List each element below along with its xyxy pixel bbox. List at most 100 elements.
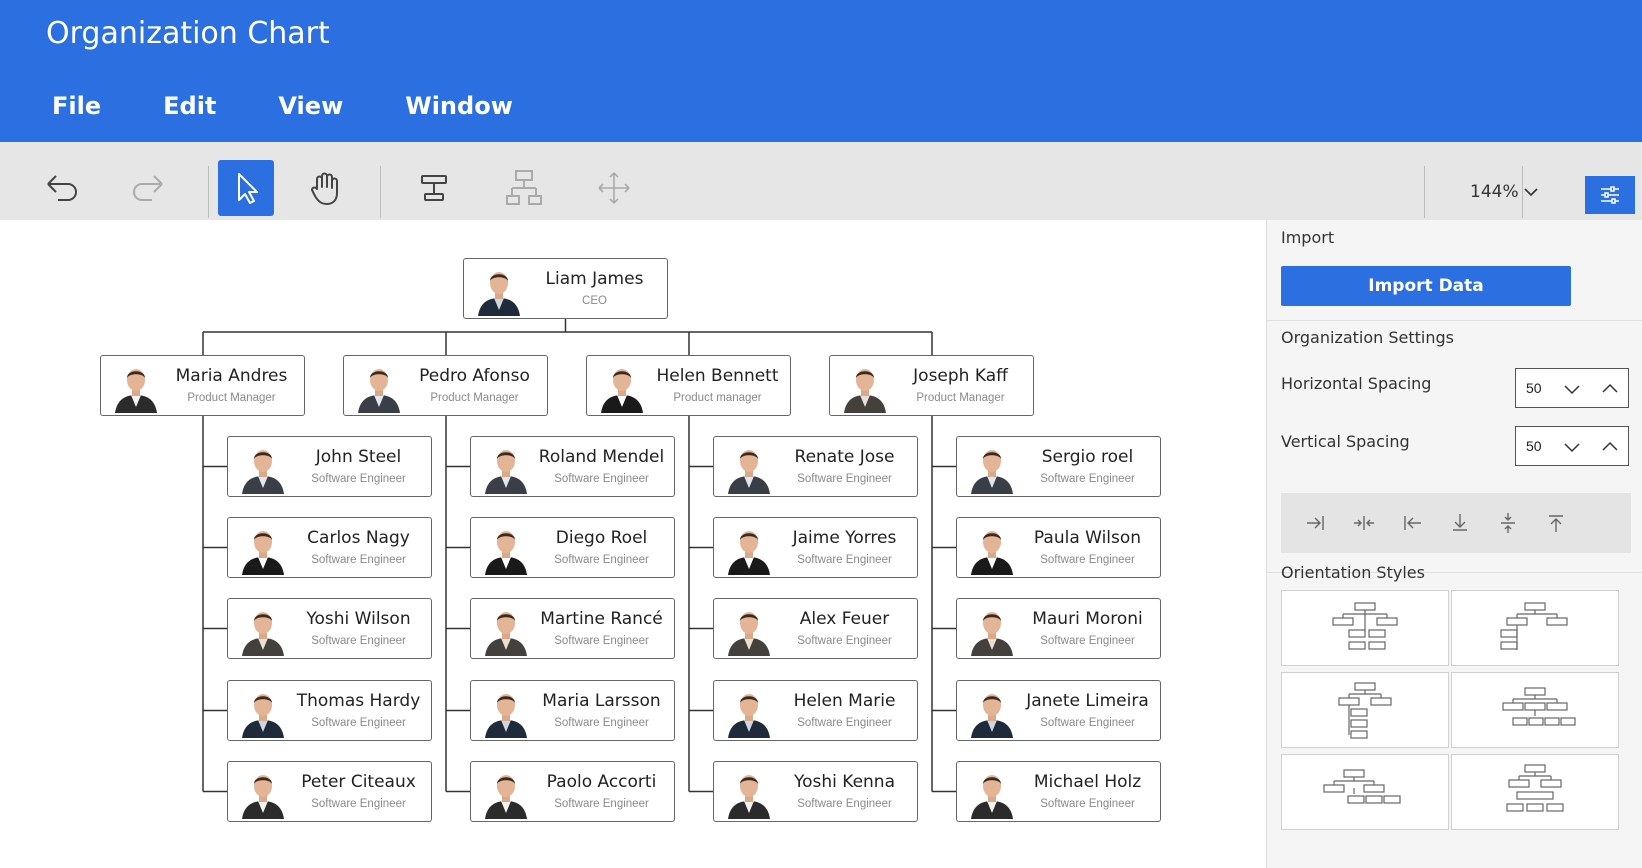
menu-file[interactable]: File xyxy=(52,92,101,120)
employee-name: Michael Holz xyxy=(1033,772,1142,792)
employee-name: Peter Citeaux xyxy=(301,772,416,792)
employee-role: Software Engineer xyxy=(797,717,892,729)
redo-button[interactable] xyxy=(120,160,176,216)
org-layout-icon xyxy=(1500,602,1568,650)
pan-tool-button[interactable] xyxy=(298,160,354,216)
employee-name: Helen Bennett xyxy=(656,366,779,386)
avatar xyxy=(728,531,770,575)
menu-window[interactable]: Window xyxy=(405,92,513,120)
chevron-down-icon[interactable] xyxy=(1560,435,1584,459)
align-top-icon xyxy=(1549,515,1563,532)
org-node-employee[interactable]: Diego Roel Software Engineer xyxy=(470,517,675,578)
employee-name: Janete Limeira xyxy=(1026,691,1149,711)
org-node-employee[interactable]: Yoshi Kenna Software Engineer xyxy=(713,761,918,822)
avatar xyxy=(485,694,527,738)
org-node-employee[interactable]: Peter Citeaux Software Engineer xyxy=(227,761,432,822)
move-button[interactable] xyxy=(586,160,642,216)
add-child-icon xyxy=(421,175,447,201)
orientation-style-2[interactable] xyxy=(1451,590,1619,666)
org-node-manager[interactable]: Helen Bennett Product manager xyxy=(586,355,791,416)
vertical-spacing-label: Vertical Spacing xyxy=(1281,432,1410,451)
align-bottom-button[interactable] xyxy=(1445,509,1475,537)
align-top-button[interactable] xyxy=(1541,509,1571,537)
employee-name: Diego Roel xyxy=(555,528,648,548)
zoom-value: 144% xyxy=(1470,182,1519,202)
employee-name: Paolo Accorti xyxy=(546,772,657,792)
employee-role: Software Engineer xyxy=(554,554,649,566)
org-node-employee[interactable]: Sergio roel Software Engineer xyxy=(956,436,1161,497)
org-node-employee[interactable]: Thomas Hardy Software Engineer xyxy=(227,680,432,741)
add-child-button[interactable] xyxy=(406,160,462,216)
chevron-up-icon[interactable] xyxy=(1598,435,1622,459)
org-node-employee[interactable]: Maria Larsson Software Engineer xyxy=(470,680,675,741)
org-node-employee[interactable]: Mauri Moroni Software Engineer xyxy=(956,598,1161,659)
settings-toggle-button[interactable] xyxy=(1585,176,1635,214)
avatar xyxy=(728,775,770,819)
org-node-employee[interactable]: John Steel Software Engineer xyxy=(227,436,432,497)
employee-name: Yoshi Kenna xyxy=(793,772,895,792)
employee-role: Software Engineer xyxy=(311,554,406,566)
employee-role: Software Engineer xyxy=(1040,635,1135,647)
org-node-employee[interactable]: Jaime Yorres Software Engineer xyxy=(713,517,918,578)
horizontal-spacing-input[interactable]: 50 xyxy=(1515,368,1629,408)
orientation-style-3[interactable] xyxy=(1281,672,1449,748)
org-node-employee[interactable]: Carlos Nagy Software Engineer xyxy=(227,517,432,578)
employee-name: Maria Larsson xyxy=(542,691,661,711)
org-node-employee[interactable]: Michael Holz Software Engineer xyxy=(956,761,1161,822)
align-left-icon xyxy=(1404,516,1421,530)
orientation-style-5[interactable] xyxy=(1281,754,1449,830)
align-center-horizontal-button[interactable] xyxy=(1349,509,1379,537)
undo-button[interactable] xyxy=(34,160,90,216)
org-node-root[interactable]: Liam James CEO xyxy=(463,258,668,319)
org-node-employee[interactable]: Paolo Accorti Software Engineer xyxy=(470,761,675,822)
chevron-up-icon[interactable] xyxy=(1598,377,1622,401)
orientation-style-4[interactable] xyxy=(1451,672,1619,748)
align-right-button[interactable] xyxy=(1301,509,1331,537)
pan-hand-icon xyxy=(311,172,338,205)
org-node-employee[interactable]: Roland Mendel Software Engineer xyxy=(470,436,675,497)
avatar xyxy=(728,450,770,494)
import-data-button[interactable]: Import Data xyxy=(1281,266,1571,306)
add-sibling-button[interactable] xyxy=(496,160,552,216)
avatar xyxy=(971,531,1013,575)
employee-name: Pedro Afonso xyxy=(419,366,530,386)
org-node-employee[interactable]: Helen Marie Software Engineer xyxy=(713,680,918,741)
org-node-manager[interactable]: Maria Andres Product Manager xyxy=(100,355,305,416)
employee-role: Software Engineer xyxy=(797,473,892,485)
zoom-dropdown[interactable]: 144% xyxy=(1470,182,1538,202)
chevron-down-icon[interactable] xyxy=(1560,377,1584,401)
org-node-employee[interactable]: Alex Feuer Software Engineer xyxy=(713,598,918,659)
vertical-spacing-input[interactable]: 50 xyxy=(1515,426,1629,466)
select-tool-button[interactable] xyxy=(218,160,274,216)
undo-icon xyxy=(47,175,77,201)
horizontal-spacing-label: Horizontal Spacing xyxy=(1281,374,1432,393)
diagram-canvas[interactable]: Liam James CEO Maria Andres Product Manager… xyxy=(0,220,1266,868)
menu-edit[interactable]: Edit xyxy=(163,92,216,120)
align-left-button[interactable] xyxy=(1397,509,1427,537)
employee-name: Martine Rancé xyxy=(540,609,663,629)
employee-name: Joseph Kaff xyxy=(913,366,1008,386)
alignment-toolbar xyxy=(1281,493,1631,553)
employee-name: Yoshi Wilson xyxy=(306,609,411,629)
employee-role: Software Engineer xyxy=(311,473,406,485)
align-center-vertical-button[interactable] xyxy=(1493,509,1523,537)
align-right-icon xyxy=(1307,516,1324,530)
employee-name: John Steel xyxy=(315,447,402,467)
org-node-manager[interactable]: Pedro Afonso Product Manager xyxy=(343,355,548,416)
org-node-employee[interactable]: Janete Limeira Software Engineer xyxy=(956,680,1161,741)
orientation-style-1[interactable] xyxy=(1281,590,1449,666)
org-node-employee[interactable]: Renate Jose Software Engineer xyxy=(713,436,918,497)
org-node-employee[interactable]: Yoshi Wilson Software Engineer xyxy=(227,598,432,659)
menu-bar: File Edit View Window xyxy=(52,92,575,120)
avatar xyxy=(358,369,400,413)
employee-name: Thomas Hardy xyxy=(296,691,421,711)
menu-view[interactable]: View xyxy=(278,92,343,120)
avatar xyxy=(601,369,643,413)
orientation-style-6[interactable] xyxy=(1451,754,1619,830)
employee-role: Software Engineer xyxy=(311,635,406,647)
org-node-employee[interactable]: Paula Wilson Software Engineer xyxy=(956,517,1161,578)
avatar xyxy=(971,775,1013,819)
org-node-manager[interactable]: Joseph Kaff Product Manager xyxy=(829,355,1034,416)
org-node-employee[interactable]: Martine Rancé Software Engineer xyxy=(470,598,675,659)
employee-role: Software Engineer xyxy=(797,554,892,566)
